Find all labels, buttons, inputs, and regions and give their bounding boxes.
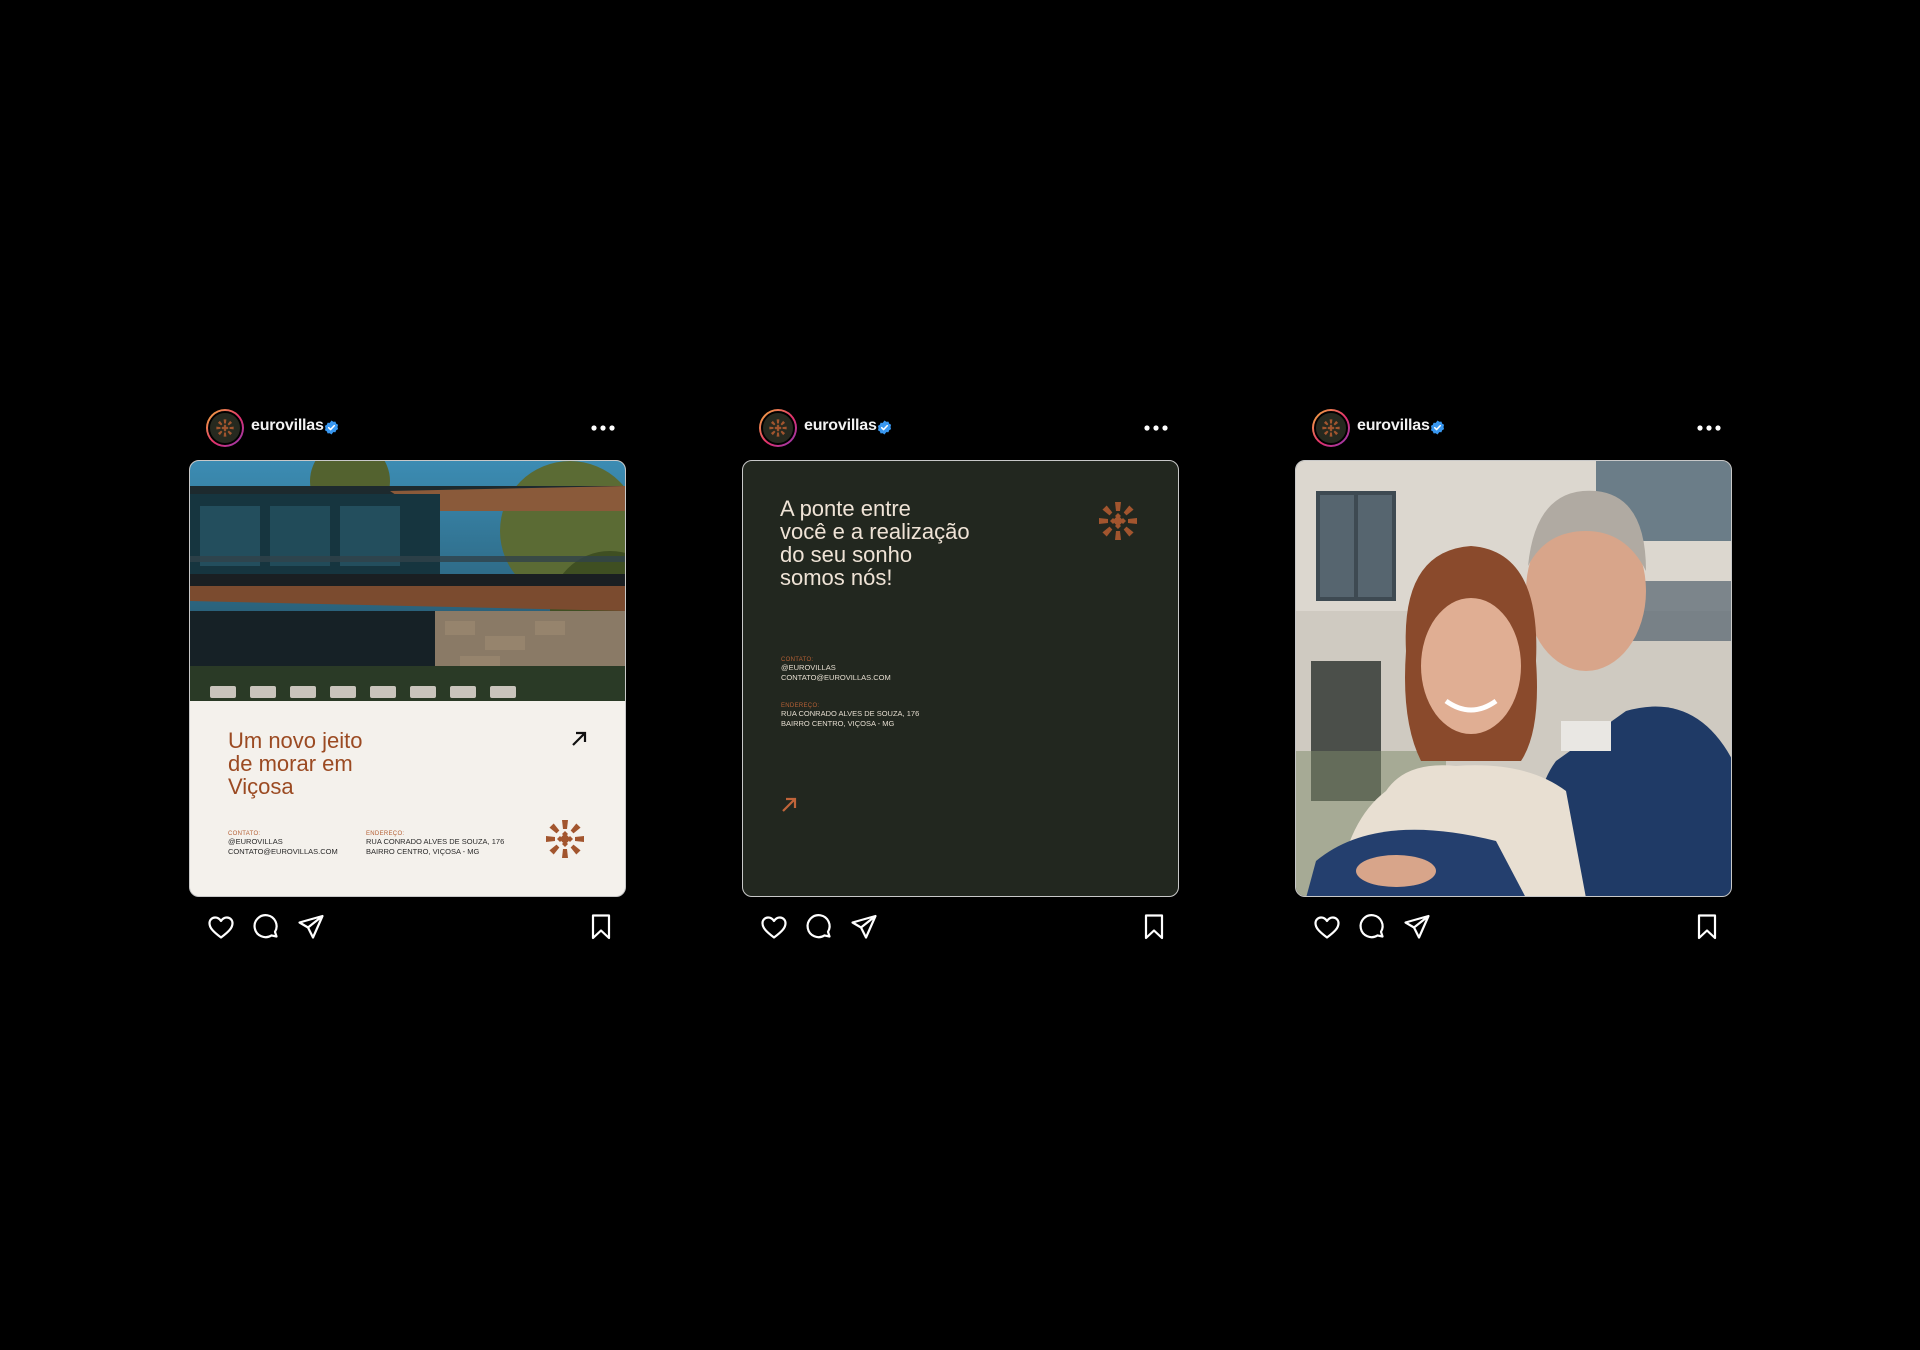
arrow-up-right-icon[interactable] — [569, 729, 589, 749]
address-line-2: BAIRRO CENTRO, VIÇOSA - MG — [366, 847, 480, 856]
house-photo — [190, 461, 625, 701]
post-header: eurovillas — [189, 404, 626, 460]
sun-logo-icon — [543, 817, 587, 861]
username[interactable]: eurovillas — [1357, 417, 1430, 435]
contact-email: CONTATO@EUROVILLAS.COM — [781, 673, 891, 682]
verified-badge-icon — [324, 420, 339, 435]
avatar-logo — [208, 411, 242, 445]
share-icon[interactable] — [296, 912, 326, 942]
post-image: A ponte entre você e a realização do seu… — [742, 460, 1179, 897]
contact-email: CONTATO@EUROVILLAS.COM — [228, 847, 338, 856]
post-actions — [742, 912, 1179, 948]
bookmark-icon[interactable] — [1139, 912, 1169, 942]
post-image: Um novo jeito de morar em Viçosa CONTATO… — [189, 460, 626, 897]
post-image — [1295, 460, 1732, 897]
share-icon[interactable] — [1402, 912, 1432, 942]
address-line-1: RUA CONRADO ALVES DE SOUZA, 176 — [781, 709, 920, 718]
contact-block: CONTATO: @EUROVILLAS CONTATO@EUROVILLAS.… — [781, 657, 981, 683]
post-header: eurovillas — [742, 404, 1179, 460]
sun-logo-icon — [215, 418, 235, 438]
more-options-icon[interactable] — [1143, 424, 1169, 432]
avatar[interactable] — [1312, 409, 1350, 447]
post-actions — [189, 912, 626, 948]
bookmark-icon[interactable] — [1692, 912, 1722, 942]
arrow-up-right-icon[interactable] — [779, 795, 799, 815]
bookmark-icon[interactable] — [586, 912, 616, 942]
avatar-logo — [761, 411, 795, 445]
heart-icon[interactable] — [1312, 912, 1342, 942]
address-block: ENDEREÇO: RUA CONRADO ALVES DE SOUZA, 17… — [781, 703, 1001, 729]
contact-handle: @EUROVILLAS — [228, 837, 283, 846]
username[interactable]: eurovillas — [804, 417, 877, 435]
more-options-icon[interactable] — [1696, 424, 1722, 432]
address-line-2: BAIRRO CENTRO, VIÇOSA - MG — [781, 719, 895, 728]
contact-handle: @EUROVILLAS — [781, 663, 836, 672]
comment-icon[interactable] — [1357, 912, 1387, 942]
post-headline: Um novo jeito de morar em Viçosa — [228, 728, 363, 799]
instagram-post-1: eurovillas Um novo jeito de morar em Viç… — [189, 404, 626, 460]
address-line-1: RUA CONRADO ALVES DE SOUZA, 176 — [366, 837, 505, 846]
post-headline: A ponte entre você e a realização do seu… — [780, 496, 970, 590]
comment-icon[interactable] — [251, 912, 281, 942]
avatar-logo — [1314, 411, 1348, 445]
sun-logo-icon — [1096, 499, 1140, 543]
contact-block: CONTATO: @EUROVILLAS CONTATO@EUROVILLAS.… — [228, 831, 358, 857]
couple-photo — [1296, 461, 1731, 896]
avatar[interactable] — [759, 409, 797, 447]
verified-badge-icon — [877, 420, 892, 435]
heart-icon[interactable] — [206, 912, 236, 942]
instagram-post-3: eurovillas — [1295, 404, 1732, 460]
post-header: eurovillas — [1295, 404, 1732, 460]
avatar[interactable] — [206, 409, 244, 447]
feed-mockup: eurovillas Um novo jeito de morar em Viç… — [0, 0, 1920, 1350]
heart-icon[interactable] — [759, 912, 789, 942]
address-block: ENDEREÇO: RUA CONRADO ALVES DE SOUZA, 17… — [366, 831, 526, 857]
comment-icon[interactable] — [804, 912, 834, 942]
more-options-icon[interactable] — [590, 424, 616, 432]
sun-logo-icon — [1321, 418, 1341, 438]
username[interactable]: eurovillas — [251, 417, 324, 435]
verified-badge-icon — [1430, 420, 1445, 435]
instagram-post-2: eurovillas A ponte entre você e a realiz… — [742, 404, 1179, 460]
post-actions — [1295, 912, 1732, 948]
share-icon[interactable] — [849, 912, 879, 942]
sun-logo-icon — [768, 418, 788, 438]
